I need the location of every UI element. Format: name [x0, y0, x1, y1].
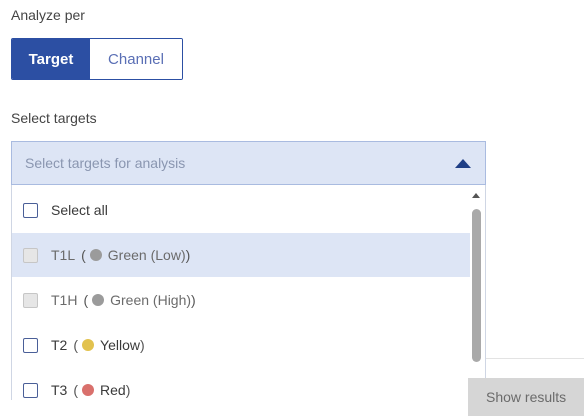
select-all-option[interactable]: Select all: [12, 188, 470, 232]
channel-name: Yellow: [100, 337, 140, 353]
target-name: T1H: [51, 292, 78, 308]
targets-dropdown-placeholder: Select targets for analysis: [25, 155, 186, 171]
channel-color-dot: [89, 249, 102, 261]
target-checkbox: [23, 292, 38, 308]
target-name: T3: [51, 382, 68, 398]
analyze-per-label: Analyze per: [11, 7, 85, 23]
targets-dropdown-list: Select all T1L ( Green (Low) ) T1H ( Gre…: [11, 185, 486, 400]
target-name: T2: [51, 337, 68, 353]
target-option-t1h: T1H ( Green (High) ): [12, 278, 470, 322]
target-checkbox[interactable]: [23, 337, 38, 353]
scrollbar[interactable]: [468, 185, 485, 400]
target-option-t1l: T1L ( Green (Low) ): [12, 233, 470, 277]
target-toggle-button[interactable]: Target: [12, 39, 90, 79]
targets-dropdown[interactable]: Select targets for analysis: [11, 141, 486, 185]
select-all-checkbox[interactable]: [23, 202, 38, 218]
target-option-t3[interactable]: T3 ( Red ): [12, 368, 470, 400]
scrollbar-thumb[interactable]: [472, 209, 481, 362]
show-results-button[interactable]: Show results: [468, 378, 584, 416]
target-checkbox: [23, 247, 38, 263]
divider: [486, 358, 584, 359]
select-targets-label: Select targets: [11, 110, 97, 126]
analyze-per-toggle: Target Channel: [11, 38, 183, 80]
channel-color-dot: [92, 294, 105, 306]
channel-name: Green (Low): [107, 247, 186, 263]
channel-color-dot: [82, 339, 95, 351]
target-name: T1L: [51, 247, 76, 263]
target-option-t2[interactable]: T2 ( Yellow ): [12, 323, 470, 367]
caret-up-icon[interactable]: [455, 159, 471, 168]
channel-name: Green (High): [110, 292, 192, 308]
channel-toggle-button[interactable]: Channel: [90, 39, 182, 79]
channel-name: Red: [100, 382, 126, 398]
scroll-up-arrow-icon[interactable]: [472, 193, 480, 198]
target-checkbox[interactable]: [23, 382, 38, 398]
select-all-label: Select all: [51, 202, 108, 218]
channel-color-dot: [82, 384, 95, 396]
